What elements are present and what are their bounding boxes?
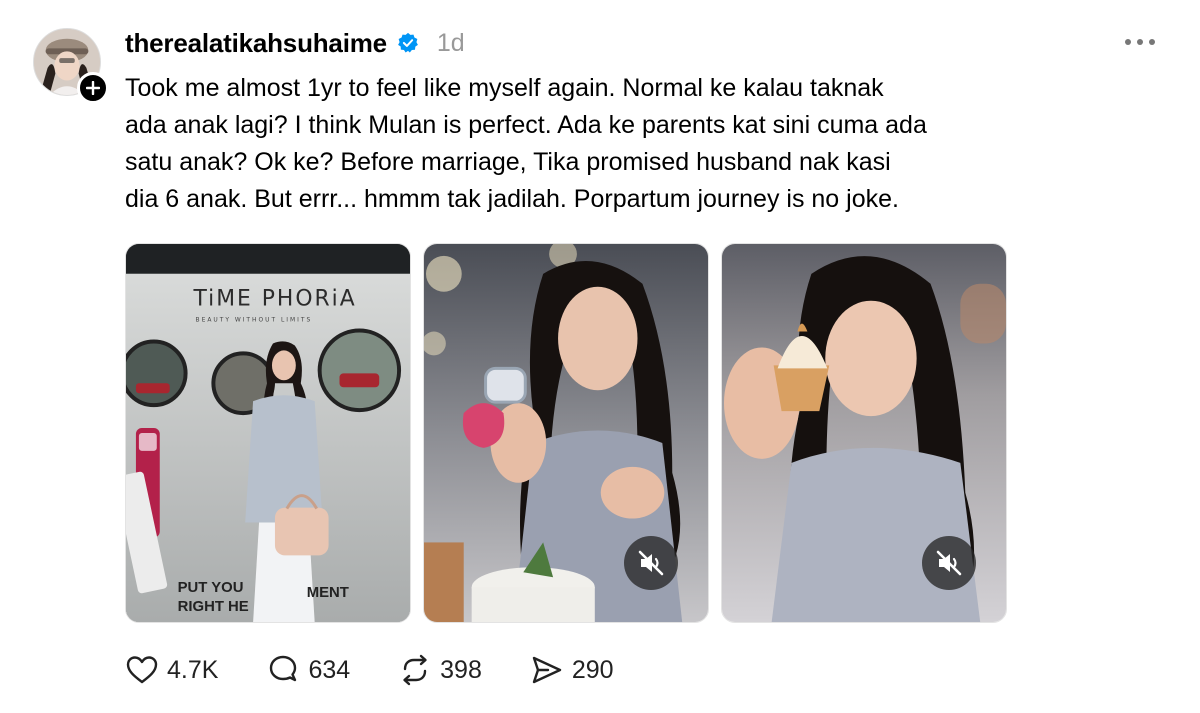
dot-icon (1137, 39, 1143, 45)
event-photo: TiME PHORiA BEAUTY WITHOUT LIMITS PUT YO… (126, 244, 410, 622)
media-video-2[interactable] (721, 243, 1007, 623)
media-video-1[interactable] (423, 243, 709, 623)
brand-tagline-text: BEAUTY WITHOUT LIMITS (196, 317, 313, 324)
caption-line: satu anak? Ok ke? Before marriage, Tika … (125, 148, 891, 176)
thread-post: therealatikahsuhaime 1d Took me almost 1… (0, 0, 1200, 713)
speaker-muted-icon (936, 550, 962, 576)
sign-line-2: RIGHT HE (178, 599, 249, 615)
post-caption: Took me almost 1yr to feel like myself a… (125, 70, 1085, 218)
follow-button[interactable] (77, 72, 109, 104)
caption-line: dia 6 anak. But errr... hmmm tak jadilah… (125, 185, 899, 213)
repost-icon (403, 654, 427, 686)
like-count: 4.7K (167, 655, 219, 684)
media-carousel[interactable]: TiME PHORiA BEAUTY WITHOUT LIMITS PUT YO… (125, 243, 1007, 623)
media-photo-event[interactable]: TiME PHORiA BEAUTY WITHOUT LIMITS PUT YO… (125, 243, 411, 623)
dot-icon (1149, 39, 1155, 45)
author-avatar-container[interactable] (33, 28, 109, 104)
username-link[interactable]: therealatikahsuhaime (125, 28, 387, 59)
comment-icon (270, 655, 297, 682)
send-icon (532, 656, 562, 684)
sign-line-1a: PUT YOU (178, 580, 244, 596)
mute-toggle-button[interactable] (922, 536, 976, 590)
repost-button[interactable]: 398 (398, 653, 482, 687)
dot-icon (1125, 39, 1131, 45)
brand-sign-text: TiME PHORiA (193, 287, 357, 312)
repost-count: 398 (440, 655, 482, 684)
heart-icon (126, 656, 158, 684)
caption-line: ada anak lagi? I think Mulan is perfect.… (125, 111, 927, 139)
mute-toggle-button[interactable] (624, 536, 678, 590)
post-timestamp: 1d (436, 28, 465, 57)
comment-count: 634 (308, 655, 351, 684)
share-button[interactable]: 290 (530, 653, 614, 687)
plus-icon (86, 81, 100, 95)
more-options-button[interactable] (1125, 35, 1161, 49)
like-button[interactable]: 4.7K (125, 653, 218, 687)
share-count: 290 (571, 655, 614, 684)
speaker-muted-icon (638, 550, 664, 576)
post-header: therealatikahsuhaime 1d (125, 27, 465, 59)
post-action-bar: 4.7K 634 398 290 (125, 652, 662, 688)
caption-line: Took me almost 1yr to feel like myself a… (125, 74, 884, 102)
comment-button[interactable]: 634 (266, 653, 350, 687)
sign-line-1b: MENT (307, 585, 349, 601)
verified-badge-icon (398, 32, 418, 53)
